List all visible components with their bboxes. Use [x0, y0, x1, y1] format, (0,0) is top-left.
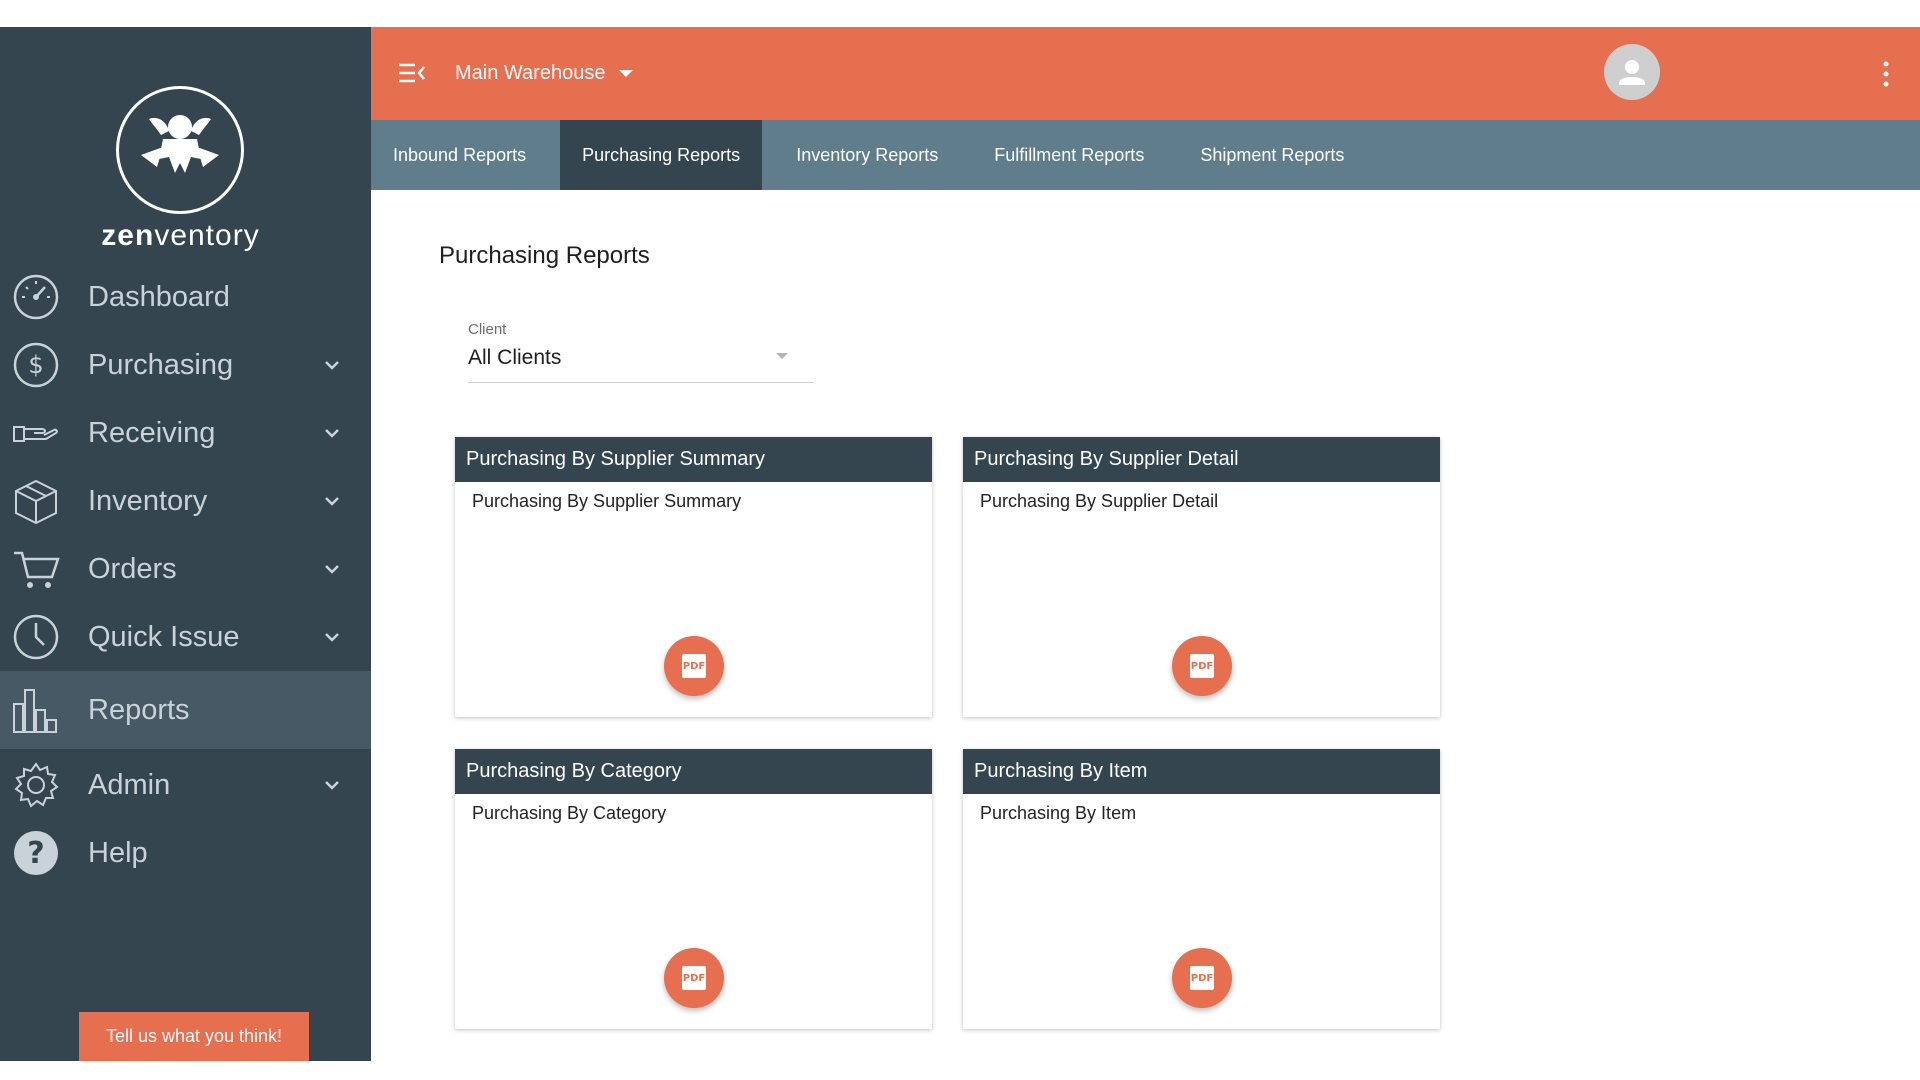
top-bar: Main Warehouse	[371, 27, 1920, 120]
logo-mark	[116, 86, 244, 214]
caret-down-icon	[619, 69, 634, 77]
report-card: Purchasing By Item Purchasing By Item PD…	[963, 749, 1440, 1029]
dashboard-icon	[13, 274, 59, 320]
report-card: Purchasing By Category Purchasing By Cat…	[455, 749, 932, 1029]
sidebar-nav: Dashboard $ Purchasing Receiving Invento…	[0, 263, 371, 887]
feedback-button[interactable]: Tell us what you think!	[79, 1012, 309, 1061]
warehouse-name: Main Warehouse	[455, 61, 606, 84]
sidebar-item-label: Purchasing	[88, 348, 234, 381]
sidebar-item-admin[interactable]: Admin	[0, 751, 371, 819]
hand-icon	[13, 426, 58, 442]
report-card-description: Purchasing By Item	[980, 803, 1137, 823]
more-vert-icon[interactable]	[1876, 59, 1896, 89]
chevron-down-icon[interactable]	[322, 627, 342, 647]
report-card-title: Purchasing By Category	[455, 749, 932, 794]
sidebar-item-label: Orders	[88, 552, 177, 585]
sidebar-item-help[interactable]: ? Help	[0, 819, 371, 887]
menu-collapse-icon[interactable]	[398, 60, 426, 86]
sidebar-item-label: Inventory	[88, 484, 208, 517]
pdf-icon: PDF	[1190, 654, 1214, 678]
report-card-title: Purchasing By Supplier Summary	[455, 437, 932, 482]
sidebar-item-quick-issue[interactable]: Quick Issue	[0, 603, 371, 671]
sidebar-item-label: Admin	[88, 768, 171, 801]
client-select[interactable]: Client All Clients	[468, 321, 814, 383]
sidebar-item-inventory[interactable]: Inventory	[0, 467, 371, 535]
pdf-download-button[interactable]: PDF	[1172, 948, 1232, 1008]
pdf-download-button[interactable]: PDF	[1172, 636, 1232, 696]
help-icon: ?	[14, 831, 58, 875]
bar-chart-icon	[13, 689, 57, 733]
warehouse-selector[interactable]: Main Warehouse	[455, 57, 634, 89]
svg-text:?: ?	[27, 836, 44, 871]
sidebar-item-label: Receiving	[88, 416, 216, 449]
svg-text:$: $	[28, 351, 43, 379]
report-card-title: Purchasing By Item	[963, 749, 1440, 794]
avatar[interactable]	[1604, 44, 1660, 100]
client-select-label: Client	[468, 321, 507, 338]
sidebar-item-label: Reports	[88, 693, 190, 726]
tab-purchasing-reports[interactable]: Purchasing Reports	[560, 120, 763, 190]
sidebar-item-orders[interactable]: Orders	[0, 535, 371, 603]
gear-icon	[14, 762, 59, 808]
pdf-icon: PDF	[682, 966, 706, 990]
tab-fulfillment-reports[interactable]: Fulfillment Reports	[972, 120, 1166, 190]
sidebar-item-label: Quick Issue	[88, 620, 240, 653]
page-title: Purchasing Reports	[439, 242, 650, 269]
clock-icon	[13, 614, 59, 660]
sidebar-item-label: Help	[88, 836, 148, 869]
main-content: Purchasing Reports Client All Clients Pu…	[371, 190, 1920, 1061]
sidebar-item-purchasing[interactable]: $ Purchasing	[0, 331, 371, 399]
user-icon	[1619, 60, 1645, 85]
tab-shipment-reports[interactable]: Shipment Reports	[1178, 120, 1366, 190]
chevron-down-icon[interactable]	[322, 775, 342, 795]
sidebar-item-reports[interactable]: Reports	[0, 671, 371, 749]
pdf-icon: PDF	[1190, 966, 1214, 990]
app-window: zenventory Dashboard $ Purchasing Receiv…	[0, 27, 1920, 1061]
sidebar-item-dashboard[interactable]: Dashboard	[0, 263, 371, 331]
pdf-icon: PDF	[682, 654, 706, 678]
pdf-download-button[interactable]: PDF	[664, 636, 724, 696]
report-card: Purchasing By Supplier Detail Purchasing…	[963, 437, 1440, 717]
tab-inventory-reports[interactable]: Inventory Reports	[774, 120, 960, 190]
report-card-description: Purchasing By Supplier Detail	[980, 491, 1219, 511]
sidebar-item-receiving[interactable]: Receiving	[0, 399, 371, 467]
sidebar-item-label: Dashboard	[88, 280, 230, 313]
chevron-down-icon[interactable]	[322, 423, 342, 443]
chevron-down-icon[interactable]	[322, 491, 342, 511]
logo-figure-icon	[141, 115, 219, 173]
logo-wordmark: zenventory	[101, 219, 260, 252]
pdf-download-button[interactable]: PDF	[664, 948, 724, 1008]
client-select-value: All Clients	[468, 346, 562, 369]
report-card-title: Purchasing By Supplier Detail	[963, 437, 1440, 482]
sidebar: zenventory Dashboard $ Purchasing Receiv…	[0, 27, 371, 1061]
logo[interactable]: zenventory	[0, 57, 371, 252]
report-card-description: Purchasing By Supplier Summary	[472, 491, 742, 511]
chevron-down-icon[interactable]	[322, 355, 342, 375]
caret-down-icon	[776, 353, 788, 359]
report-card-description: Purchasing By Category	[472, 803, 667, 823]
report-tabs: Inbound Reports Purchasing Reports Inven…	[371, 120, 1920, 190]
chevron-down-icon[interactable]	[322, 559, 342, 579]
tab-inbound-reports[interactable]: Inbound Reports	[371, 120, 548, 190]
cart-icon	[14, 551, 60, 588]
report-card: Purchasing By Supplier Summary Purchasin…	[455, 437, 932, 717]
dollar-icon: $	[13, 342, 59, 388]
box-icon	[15, 479, 57, 525]
